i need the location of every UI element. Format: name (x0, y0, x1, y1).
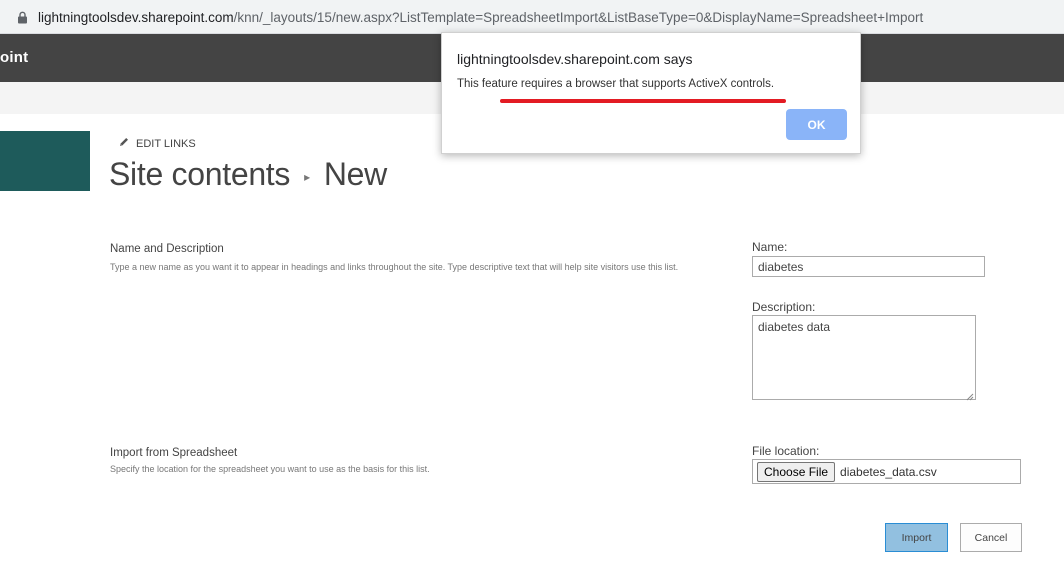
description-value: diabetes data (758, 320, 831, 334)
import-section-heading: Import from Spreadsheet (110, 447, 238, 459)
site-logo[interactable] (0, 131, 90, 191)
browser-address-bar: lightningtoolsdev.sharepoint.com/knn/_la… (0, 0, 1064, 34)
name-section-heading: Name and Description (110, 243, 224, 255)
selected-file-name: diabetes_data.csv (840, 464, 937, 479)
highlight-underline (500, 99, 786, 103)
pencil-icon (118, 136, 130, 151)
choose-file-button[interactable]: Choose File (757, 461, 836, 482)
breadcrumb-current: New (323, 156, 387, 192)
url-text[interactable]: lightningtoolsdev.sharepoint.com/knn/_la… (38, 10, 923, 25)
url-host: lightningtoolsdev.sharepoint.com (38, 9, 234, 25)
name-section-description: Type a new name as you want it to appear… (110, 262, 679, 272)
page-title: Site contents ▸ New (109, 156, 387, 193)
lock-icon[interactable] (12, 11, 32, 24)
description-label: Description: (752, 300, 816, 314)
import-section-description: Specify the location for the spreadsheet… (110, 464, 430, 474)
dialog-ok-button[interactable]: OK (786, 109, 847, 140)
url-field[interactable]: lightningtoolsdev.sharepoint.com/knn/_la… (4, 4, 1064, 30)
dialog-message: This feature requires a browser that sup… (457, 78, 775, 90)
edit-links-label: EDIT LINKS (136, 137, 196, 150)
breadcrumb-site-contents[interactable]: Site contents (109, 156, 290, 193)
suite-bar-brand[interactable]: oint (0, 49, 28, 66)
file-location-label: File location: (752, 444, 820, 458)
breadcrumb-separator-icon: ▸ (304, 169, 310, 184)
description-textarea[interactable]: diabetes data (752, 315, 976, 401)
name-label: Name: (752, 240, 788, 254)
alert-dialog: lightningtoolsdev.sharepoint.com says Th… (441, 32, 861, 154)
url-path: /knn/_layouts/15/new.aspx?ListTemplate=S… (233, 9, 924, 25)
edit-links-button[interactable]: EDIT LINKS (118, 136, 196, 151)
file-location-input: Choose File diabetes_data.csv (752, 459, 1021, 484)
dialog-title: lightningtoolsdev.sharepoint.com says (457, 51, 693, 67)
cancel-button[interactable]: Cancel (960, 523, 1022, 552)
import-button[interactable]: Import (885, 523, 948, 552)
resize-grip-icon[interactable] (966, 390, 974, 401)
name-input[interactable]: diabetes (752, 256, 985, 277)
